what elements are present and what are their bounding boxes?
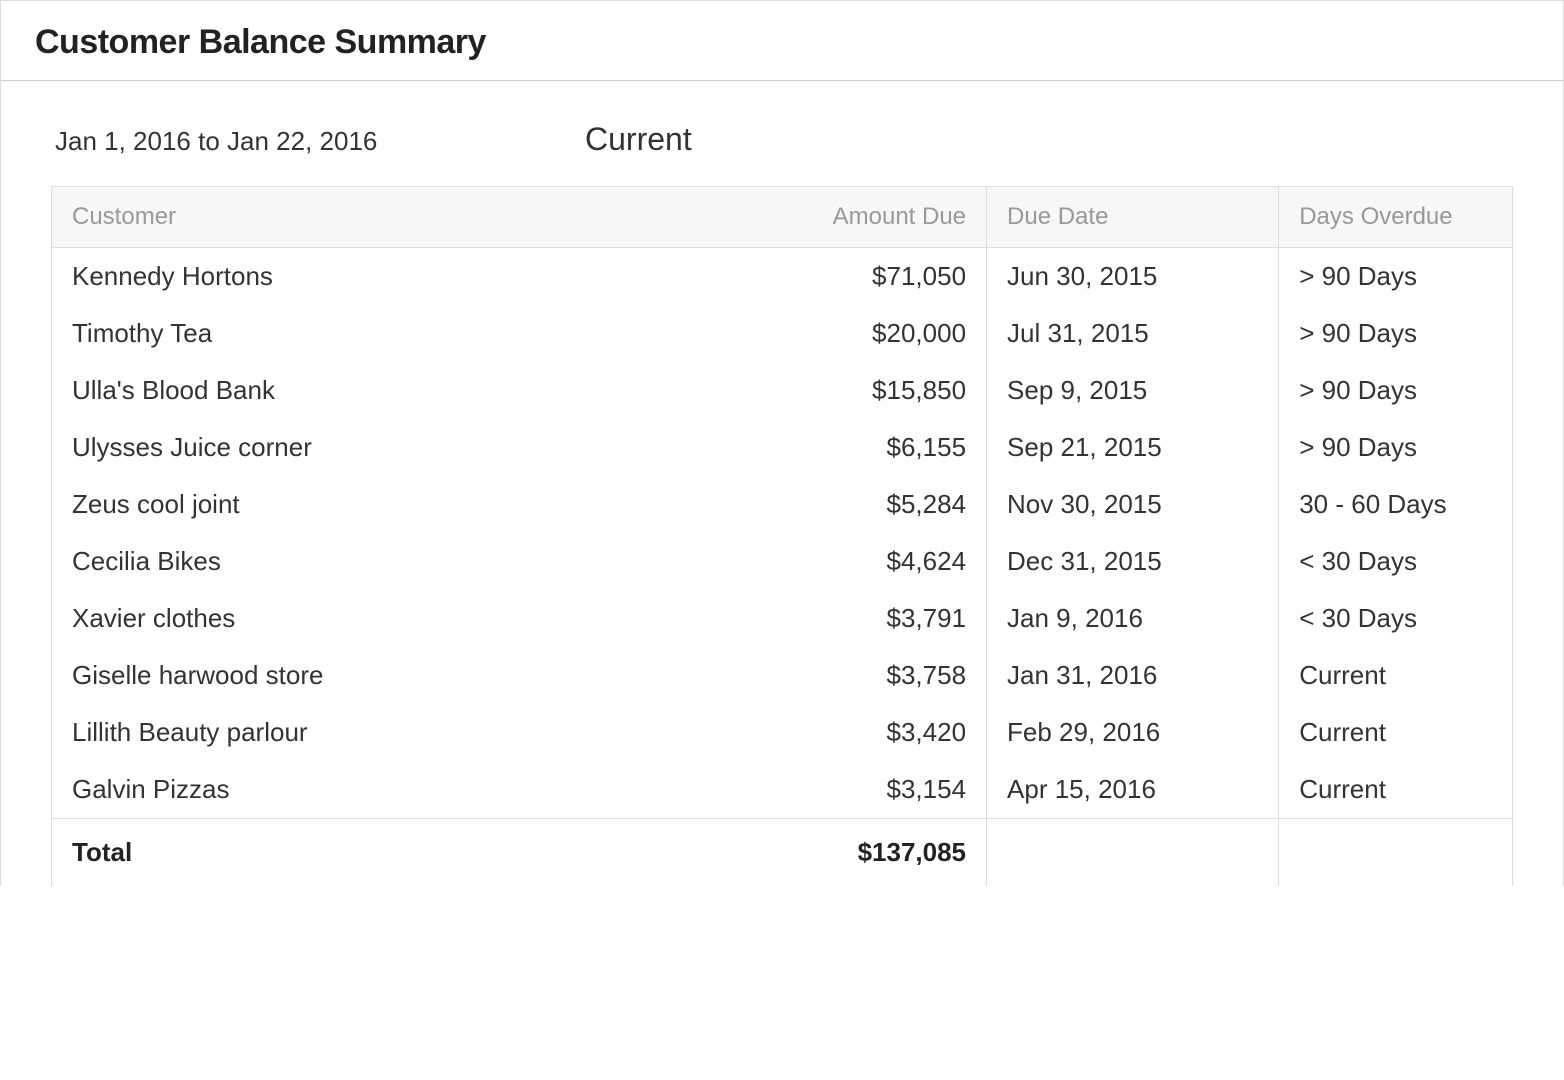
cell-days-overdue: < 30 Days — [1279, 590, 1513, 647]
report-meta: Jan 1, 2016 to Jan 22, 2016 Current — [1, 81, 1563, 186]
cell-days-overdue: 30 - 60 Days — [1279, 476, 1513, 533]
table-row: Giselle harwood store$3,758Jan 31, 2016C… — [52, 647, 1513, 704]
cell-customer: Galvin Pizzas — [52, 761, 695, 819]
cell-due-date: Sep 21, 2015 — [987, 419, 1279, 476]
table-row: Xavier clothes$3,791Jan 9, 2016< 30 Days — [52, 590, 1513, 647]
col-header-customer: Customer — [52, 187, 695, 248]
cell-customer: Cecilia Bikes — [52, 533, 695, 590]
cell-amount: $5,284 — [694, 476, 986, 533]
cell-days-overdue: Current — [1279, 704, 1513, 761]
cell-customer: Zeus cool joint — [52, 476, 695, 533]
cell-due-date: Apr 15, 2016 — [987, 761, 1279, 819]
col-header-overdue: Days Overdue — [1279, 187, 1513, 248]
total-row: Total $137,085 — [52, 819, 1513, 887]
cell-due-date: Jul 31, 2015 — [987, 305, 1279, 362]
cell-customer: Giselle harwood store — [52, 647, 695, 704]
cell-due-date: Jan 9, 2016 — [987, 590, 1279, 647]
cell-due-date: Sep 9, 2015 — [987, 362, 1279, 419]
table-row: Zeus cool joint$5,284Nov 30, 201530 - 60… — [52, 476, 1513, 533]
cell-customer: Timothy Tea — [52, 305, 695, 362]
table-row: Kennedy Hortons$71,050Jun 30, 2015> 90 D… — [52, 248, 1513, 306]
table-row: Timothy Tea$20,000Jul 31, 2015> 90 Days — [52, 305, 1513, 362]
cell-days-overdue: > 90 Days — [1279, 362, 1513, 419]
total-due-blank — [987, 819, 1279, 887]
cell-customer: Ulysses Juice corner — [52, 419, 695, 476]
cell-amount: $20,000 — [694, 305, 986, 362]
col-header-amount: Amount Due — [694, 187, 986, 248]
cell-amount: $6,155 — [694, 419, 986, 476]
total-amount: $137,085 — [694, 819, 986, 887]
report-header: Customer Balance Summary — [1, 1, 1563, 81]
date-range: Jan 1, 2016 to Jan 22, 2016 — [55, 126, 585, 157]
total-overdue-blank — [1279, 819, 1513, 887]
cell-days-overdue: Current — [1279, 761, 1513, 819]
cell-days-overdue: > 90 Days — [1279, 419, 1513, 476]
cell-due-date: Dec 31, 2015 — [987, 533, 1279, 590]
cell-amount: $3,420 — [694, 704, 986, 761]
cell-due-date: Jun 30, 2015 — [987, 248, 1279, 306]
cell-customer: Lillith Beauty parlour — [52, 704, 695, 761]
cell-days-overdue: Current — [1279, 647, 1513, 704]
cell-amount: $71,050 — [694, 248, 986, 306]
cell-amount: $3,154 — [694, 761, 986, 819]
table-row: Lillith Beauty parlour$3,420Feb 29, 2016… — [52, 704, 1513, 761]
cell-customer: Kennedy Hortons — [52, 248, 695, 306]
cell-due-date: Feb 29, 2016 — [987, 704, 1279, 761]
table-body: Kennedy Hortons$71,050Jun 30, 2015> 90 D… — [52, 248, 1513, 819]
cell-customer: Ulla's Blood Bank — [52, 362, 695, 419]
cell-due-date: Nov 30, 2015 — [987, 476, 1279, 533]
cell-amount: $3,758 — [694, 647, 986, 704]
cell-days-overdue: > 90 Days — [1279, 305, 1513, 362]
col-header-due: Due Date — [987, 187, 1279, 248]
table-row: Ulla's Blood Bank$15,850Sep 9, 2015> 90 … — [52, 362, 1513, 419]
table-row: Galvin Pizzas$3,154Apr 15, 2016Current — [52, 761, 1513, 819]
balance-table: Customer Amount Due Due Date Days Overdu… — [51, 186, 1513, 886]
cell-amount: $15,850 — [694, 362, 986, 419]
table-row: Cecilia Bikes$4,624Dec 31, 2015< 30 Days — [52, 533, 1513, 590]
report-container: Customer Balance Summary Jan 1, 2016 to … — [0, 0, 1564, 886]
total-label: Total — [52, 819, 695, 887]
cell-customer: Xavier clothes — [52, 590, 695, 647]
cell-due-date: Jan 31, 2016 — [987, 647, 1279, 704]
cell-amount: $3,791 — [694, 590, 986, 647]
table-row: Ulysses Juice corner$6,155Sep 21, 2015> … — [52, 419, 1513, 476]
status-label: Current — [585, 121, 692, 158]
report-title: Customer Balance Summary — [35, 23, 1529, 62]
cell-days-overdue: > 90 Days — [1279, 248, 1513, 306]
cell-amount: $4,624 — [694, 533, 986, 590]
table-header-row: Customer Amount Due Due Date Days Overdu… — [52, 187, 1513, 248]
cell-days-overdue: < 30 Days — [1279, 533, 1513, 590]
